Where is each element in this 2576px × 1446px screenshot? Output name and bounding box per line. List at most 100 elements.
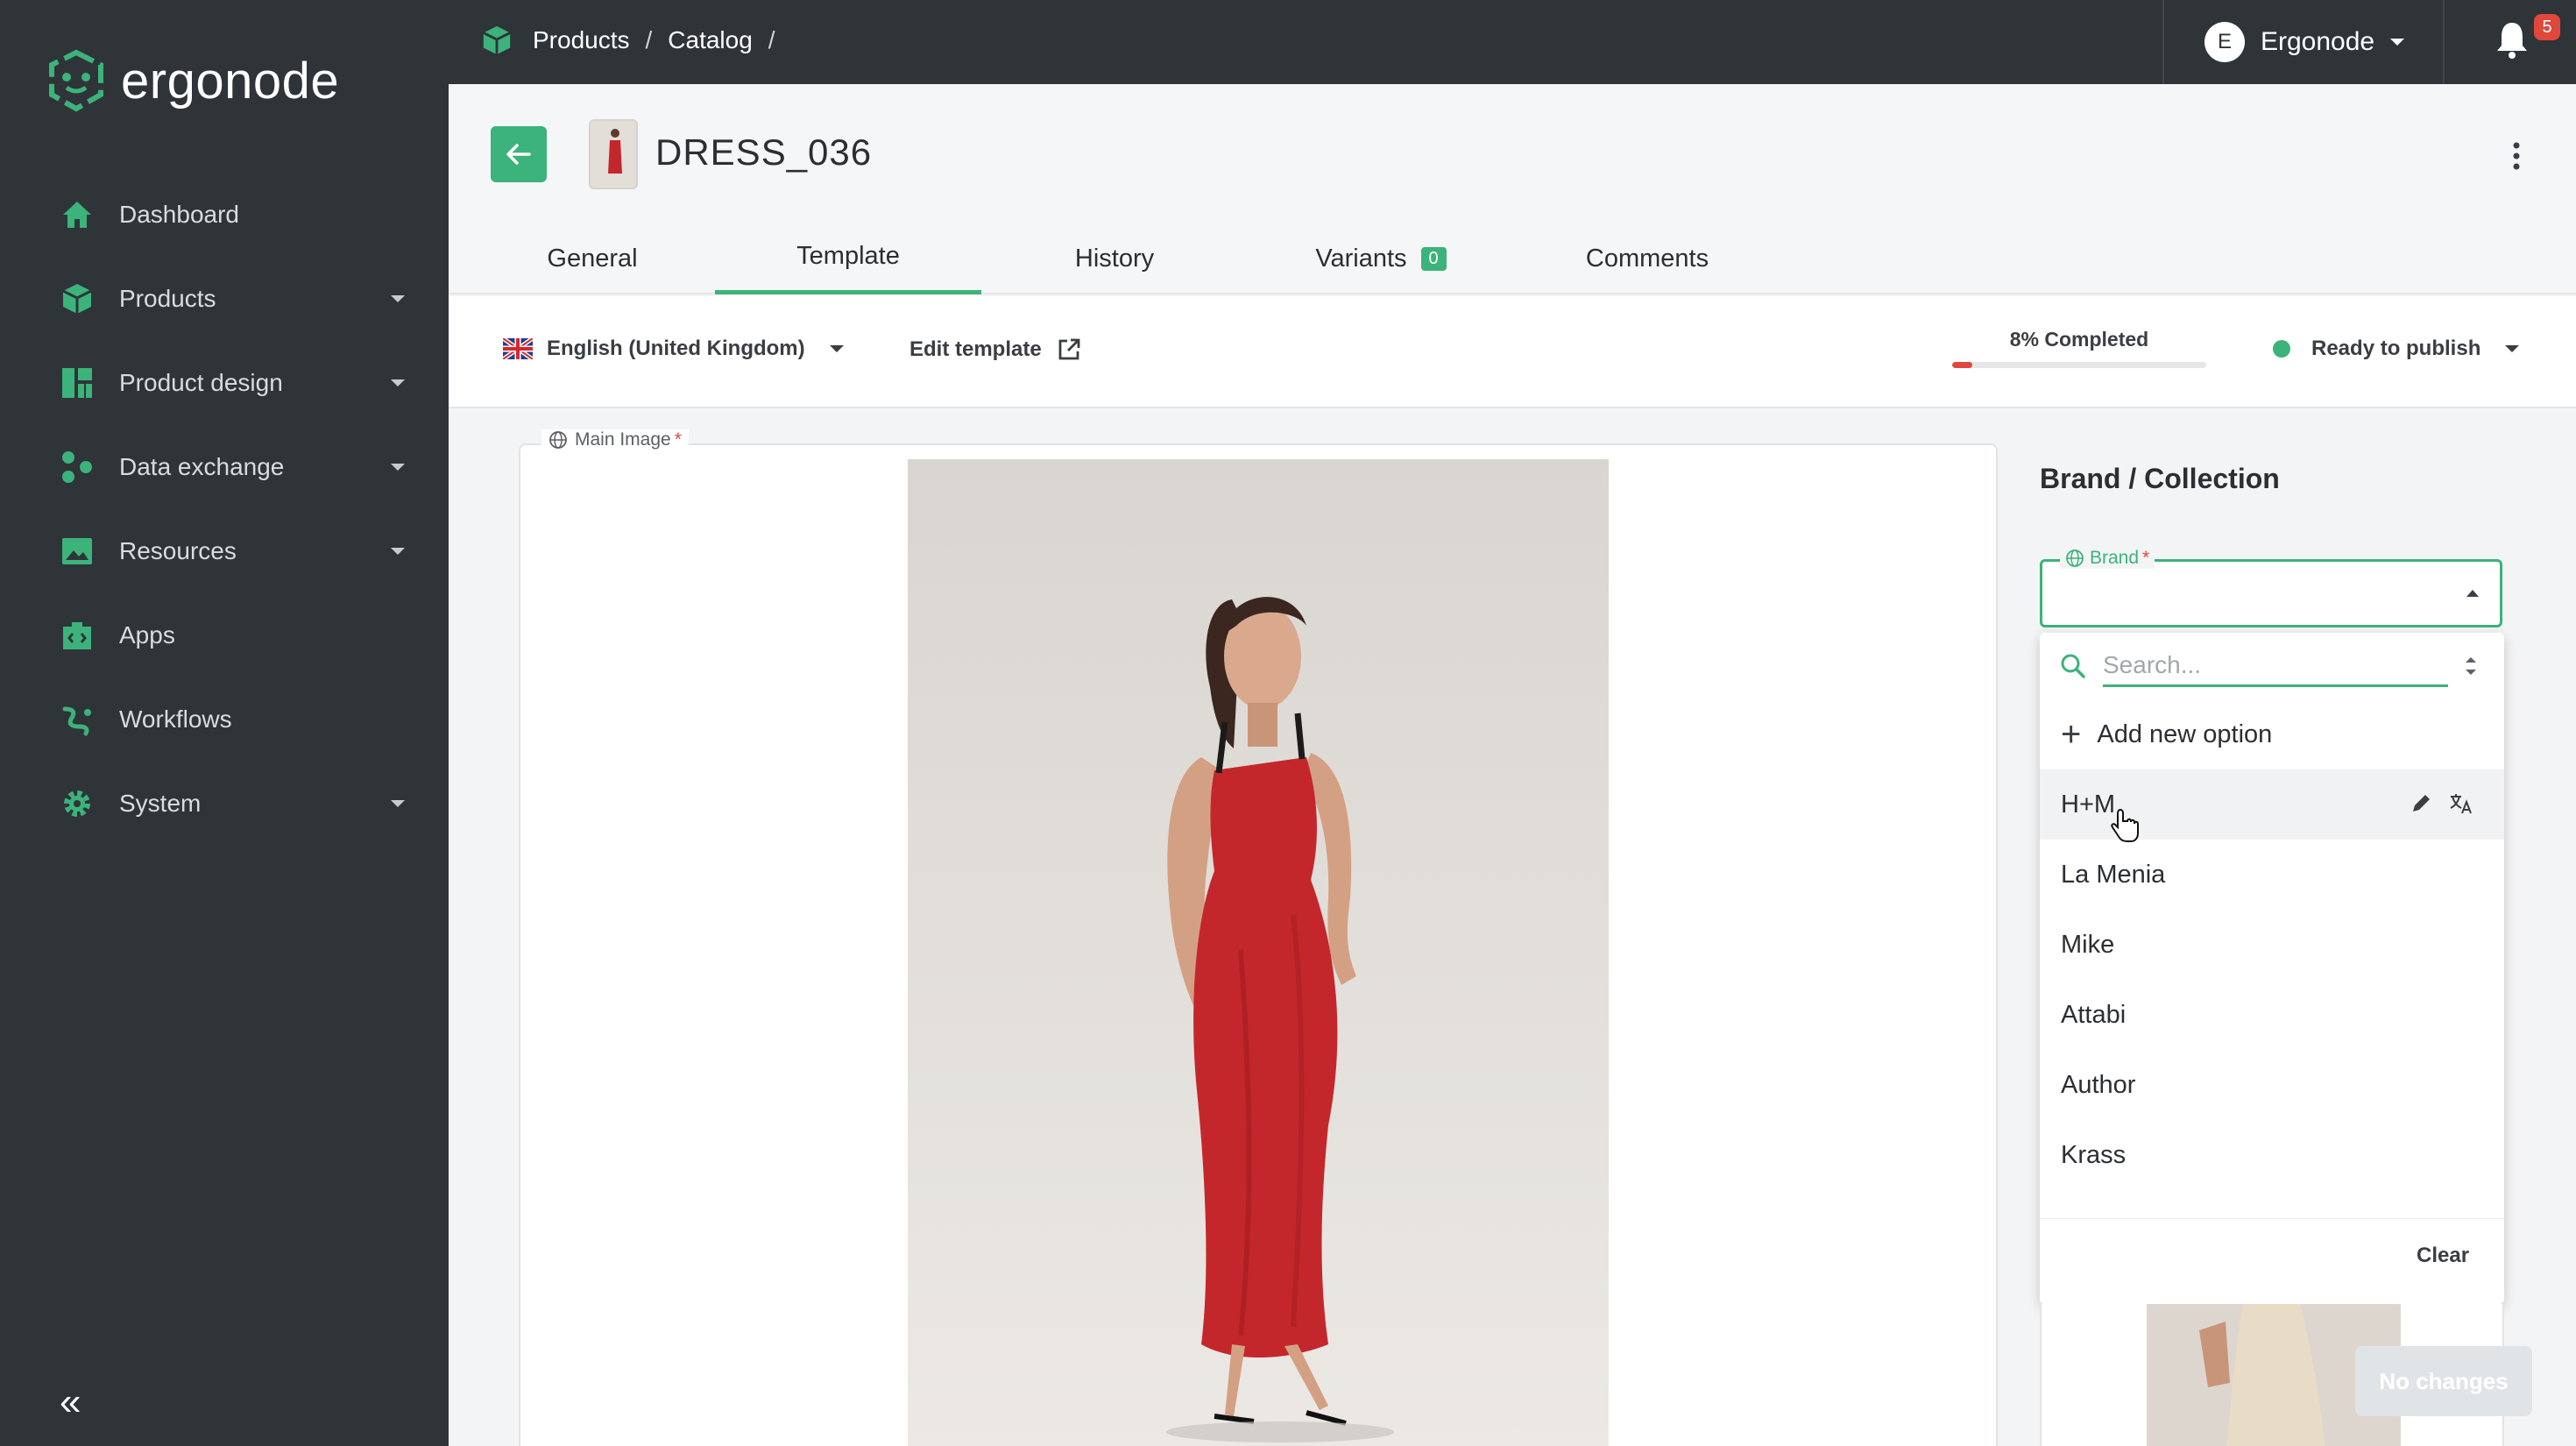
- option-label: La Menia: [2061, 860, 2166, 889]
- option-label: Mike: [2061, 930, 2115, 959]
- sidebar-item-label: System: [119, 790, 202, 817]
- brand-dropdown: + Add new option H+M La Menia Mike Attab…: [2040, 633, 2504, 1304]
- chevron-down-icon: [391, 379, 405, 386]
- edit-template-link[interactable]: Edit template: [909, 337, 1082, 363]
- completion-label: 8% Completed: [2009, 328, 2149, 351]
- ergonode-logo[interactable]: ergonode: [46, 49, 339, 112]
- image-icon: [58, 532, 96, 571]
- tab-variants[interactable]: Variants 0: [1248, 223, 1514, 294]
- sidebar-item-label: Dashboard: [119, 201, 239, 228]
- search-input[interactable]: [2103, 645, 2448, 687]
- main-image-label-text: Main Image: [575, 429, 671, 450]
- language-select[interactable]: English (United Kingdom): [503, 337, 844, 361]
- chevron-down-icon: [391, 295, 405, 302]
- uk-flag-icon: [503, 338, 533, 359]
- sidebar-nav: Dashboard Products Product design Data e…: [0, 173, 449, 846]
- external-link-icon: [1058, 338, 1080, 360]
- sidebar-item-data-exchange[interactable]: Data exchange: [0, 425, 449, 509]
- share-icon: [58, 448, 96, 486]
- sidebar-item-apps[interactable]: Apps: [0, 593, 449, 677]
- page-title: DRESS_036: [655, 131, 873, 173]
- sidebar-item-label: Resources: [119, 537, 237, 564]
- ergonode-logo-icon: [49, 49, 103, 112]
- chevron-up-icon[interactable]: [2466, 590, 2479, 597]
- sidebar-item-product-design[interactable]: Product design: [0, 341, 449, 425]
- user-name: Ergonode: [2261, 27, 2375, 56]
- option-item[interactable]: Krass: [2040, 1120, 2504, 1190]
- translate-icon[interactable]: [2448, 790, 2474, 817]
- variants-count-badge: 0: [1420, 246, 1447, 271]
- option-label: Attabi: [2061, 1000, 2127, 1029]
- search-icon: [2061, 654, 2085, 678]
- cube-icon: [483, 25, 511, 55]
- product-tabs: General Template History Variants 0 Comme…: [449, 223, 2576, 294]
- breadcrumb-catalog[interactable]: Catalog: [668, 26, 753, 54]
- dropdown-footer: Clear: [2040, 1218, 2504, 1304]
- required-mark: *: [674, 429, 682, 450]
- hand-cursor-icon: [2111, 808, 2139, 842]
- sidebar-item-system[interactable]: System: [0, 762, 449, 846]
- bell-icon: [2497, 23, 2527, 59]
- user-menu[interactable]: E Ergonode: [2162, 0, 2445, 84]
- option-actions: [2408, 790, 2488, 817]
- main-image-label: Main Image *: [541, 429, 689, 450]
- no-changes-button[interactable]: No changes: [2355, 1346, 2532, 1416]
- breadcrumb: Products / Catalog /: [480, 23, 791, 58]
- layout-icon: [58, 364, 96, 402]
- option-label: Author: [2061, 1070, 2136, 1099]
- notification-badge: 5: [2534, 14, 2560, 40]
- sidebar-item-label: Products: [119, 285, 216, 312]
- sidebar-item-label: Data exchange: [119, 453, 285, 480]
- tab-label: Template: [796, 242, 900, 270]
- status-select[interactable]: Ready to publish: [2273, 337, 2520, 361]
- product-image[interactable]: [908, 459, 1609, 1446]
- tab-template[interactable]: Template: [715, 223, 981, 294]
- more-options-icon[interactable]: [2499, 138, 2534, 174]
- add-option-label: Add new option: [2097, 719, 2273, 748]
- workflow-icon: [58, 700, 96, 739]
- brand-select[interactable]: Brand *: [2040, 548, 2502, 627]
- option-label: Krass: [2061, 1140, 2127, 1169]
- required-mark: *: [2142, 548, 2150, 568]
- breadcrumb-products[interactable]: Products: [533, 26, 630, 54]
- option-label: H+M: [2061, 790, 2116, 819]
- sort-icon[interactable]: [2460, 652, 2481, 680]
- sidebar-item-workflows[interactable]: Workflows: [0, 677, 449, 762]
- home-icon: [58, 195, 96, 234]
- add-new-option-button[interactable]: + Add new option: [2040, 699, 2504, 769]
- progress-track: [1952, 362, 2206, 368]
- collapse-sidebar-icon[interactable]: «: [60, 1383, 95, 1421]
- clear-button[interactable]: Clear: [2417, 1244, 2469, 1268]
- language-label: English (United Kingdom): [547, 337, 805, 360]
- chevron-down-icon: [391, 800, 405, 807]
- app-name: ergonode: [121, 52, 340, 110]
- chevron-down-icon: [2390, 39, 2405, 46]
- chevron-down-icon: [829, 345, 844, 352]
- globe-icon: [2066, 549, 2084, 567]
- avatar: E: [2204, 22, 2245, 62]
- product-header: DRESS_036 General Template History Varia…: [449, 84, 2576, 294]
- sidebar-item-label: Apps: [119, 621, 175, 649]
- sidebar-item-dashboard[interactable]: Dashboard: [0, 173, 449, 257]
- tab-general[interactable]: General: [491, 223, 694, 294]
- sidebar-item-resources[interactable]: Resources: [0, 509, 449, 593]
- notifications-button[interactable]: [2494, 19, 2537, 63]
- globe-icon: [549, 431, 567, 449]
- sidebar-item-products[interactable]: Products: [0, 257, 449, 341]
- dropdown-search: [2040, 633, 2504, 699]
- chevron-down-icon: [391, 548, 405, 555]
- option-item[interactable]: Attabi: [2040, 980, 2504, 1050]
- puzzle-icon: [58, 616, 96, 655]
- option-item[interactable]: La Menia: [2040, 840, 2504, 910]
- dress-photo: [1166, 597, 1394, 1442]
- option-item[interactable]: Mike: [2040, 910, 2504, 980]
- template-toolbar: English (United Kingdom) Edit template 8…: [449, 296, 2576, 408]
- option-item[interactable]: Author: [2040, 1050, 2504, 1120]
- pencil-icon[interactable]: [2408, 790, 2434, 817]
- tab-history[interactable]: History: [981, 223, 1248, 294]
- tab-label: Variants: [1315, 244, 1407, 273]
- tab-comments[interactable]: Comments: [1514, 223, 1780, 294]
- back-button[interactable]: [491, 126, 547, 182]
- brand-label: Brand *: [2060, 548, 2155, 569]
- breadcrumb-separator: /: [768, 26, 775, 53]
